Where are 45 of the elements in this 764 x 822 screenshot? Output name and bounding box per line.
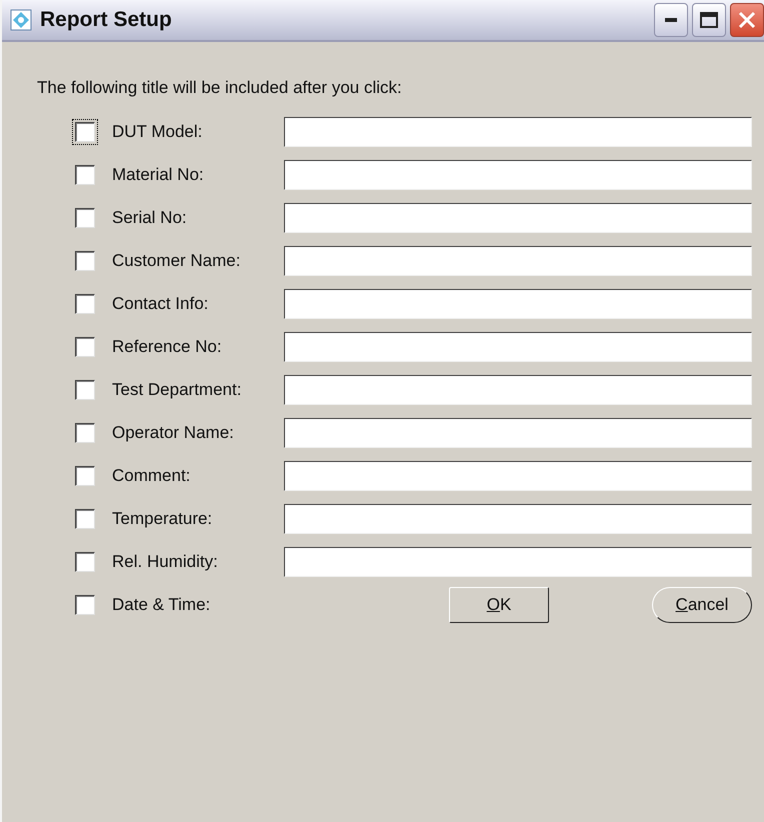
text-field[interactable]: [284, 504, 752, 534]
text-field[interactable]: [284, 546, 752, 576]
text-field[interactable]: [284, 460, 752, 490]
text-field[interactable]: [284, 332, 752, 362]
close-icon: [737, 10, 757, 30]
maximize-icon: [700, 12, 718, 28]
checkbox[interactable]: [75, 422, 95, 442]
app-icon: [10, 9, 32, 31]
text-field[interactable]: [284, 116, 752, 146]
field-label: Serial No:: [112, 208, 188, 228]
close-button[interactable]: [730, 3, 764, 37]
text-field[interactable]: [284, 418, 752, 448]
field-label: Operator Name:: [112, 422, 235, 442]
checkbox[interactable]: [75, 466, 95, 486]
field-label: Date & Time:: [112, 594, 212, 614]
field-label: Reference No:: [112, 336, 223, 356]
ok-button[interactable]: OK: [449, 586, 549, 622]
field-label: Contact Info:: [112, 294, 210, 314]
checkbox[interactable]: [75, 380, 95, 400]
field-label: Material No:: [112, 164, 205, 184]
checkbox[interactable]: [75, 294, 95, 314]
checkbox[interactable]: [75, 552, 95, 572]
text-field[interactable]: [284, 202, 752, 232]
checkbox[interactable]: [75, 508, 95, 528]
checkbox[interactable]: [75, 208, 95, 228]
checkbox[interactable]: [75, 250, 95, 270]
text-field[interactable]: [284, 374, 752, 404]
checkbox[interactable]: [75, 336, 95, 356]
field-label: Temperature:: [112, 508, 214, 528]
field-label: DUT Model:: [112, 122, 204, 142]
checkbox[interactable]: [75, 594, 95, 614]
field-label: Rel. Humidity:: [112, 552, 219, 572]
instruction-text: The following title will be included after you click:: [37, 78, 403, 98]
maximize-button[interactable]: [692, 3, 726, 37]
field-label: Customer Name:: [112, 250, 242, 270]
text-field[interactable]: [284, 246, 752, 276]
field-label: Comment:: [112, 466, 192, 486]
field-label: Test Department:: [112, 380, 242, 400]
text-field[interactable]: [284, 288, 752, 318]
checkbox[interactable]: [75, 164, 95, 184]
minimize-button[interactable]: [654, 3, 688, 37]
text-field[interactable]: [284, 160, 752, 190]
cancel-button[interactable]: Cancel: [652, 586, 752, 622]
window-title: Report Setup: [40, 8, 173, 32]
minimize-icon: [665, 18, 677, 22]
